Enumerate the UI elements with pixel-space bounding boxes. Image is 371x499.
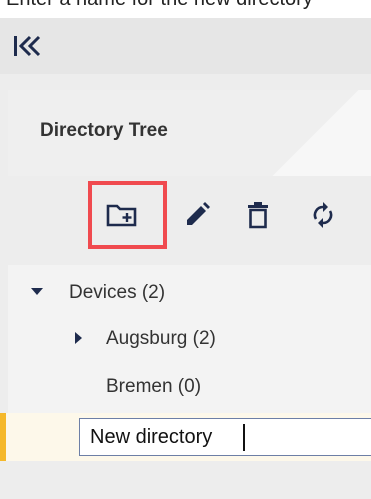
sync-icon	[313, 202, 333, 228]
pencil-icon	[187, 202, 210, 225]
new-folder-highlight	[88, 181, 167, 249]
collapse-left-icon	[14, 35, 41, 57]
panel-title: Directory Tree	[40, 120, 168, 141]
tree-node-label: Devices (2)	[69, 282, 166, 303]
instruction-caption-text: Enter a name for the new directory	[6, 0, 313, 10]
delete-button[interactable]	[241, 198, 275, 232]
tree-node-bremen[interactable]: Bremen (0)	[8, 363, 371, 409]
text-caret	[243, 424, 245, 451]
sidebar-header	[0, 18, 371, 74]
caret-down-icon[interactable]	[30, 285, 44, 299]
new-directory-name-input[interactable]	[79, 418, 371, 456]
trash-icon	[248, 202, 268, 229]
instruction-caption: Enter a name for the new directory	[0, 0, 371, 18]
tree-node-label: Augsburg (2)	[106, 328, 216, 349]
tree-node-label: Bremen (0)	[106, 376, 202, 397]
collapse-sidebar-button[interactable]	[12, 32, 42, 60]
refresh-button[interactable]	[306, 198, 340, 232]
tree-node-augsburg[interactable]: Augsburg (2)	[8, 315, 371, 361]
rename-button[interactable]	[180, 198, 214, 232]
caret-right-icon[interactable]	[72, 331, 86, 345]
panel-header: Directory Tree	[8, 90, 371, 176]
header-decoration	[261, 90, 371, 176]
tree-toolbar	[8, 176, 371, 256]
tree-node-devices[interactable]: Devices (2)	[8, 269, 371, 315]
selection-accent	[0, 413, 6, 461]
